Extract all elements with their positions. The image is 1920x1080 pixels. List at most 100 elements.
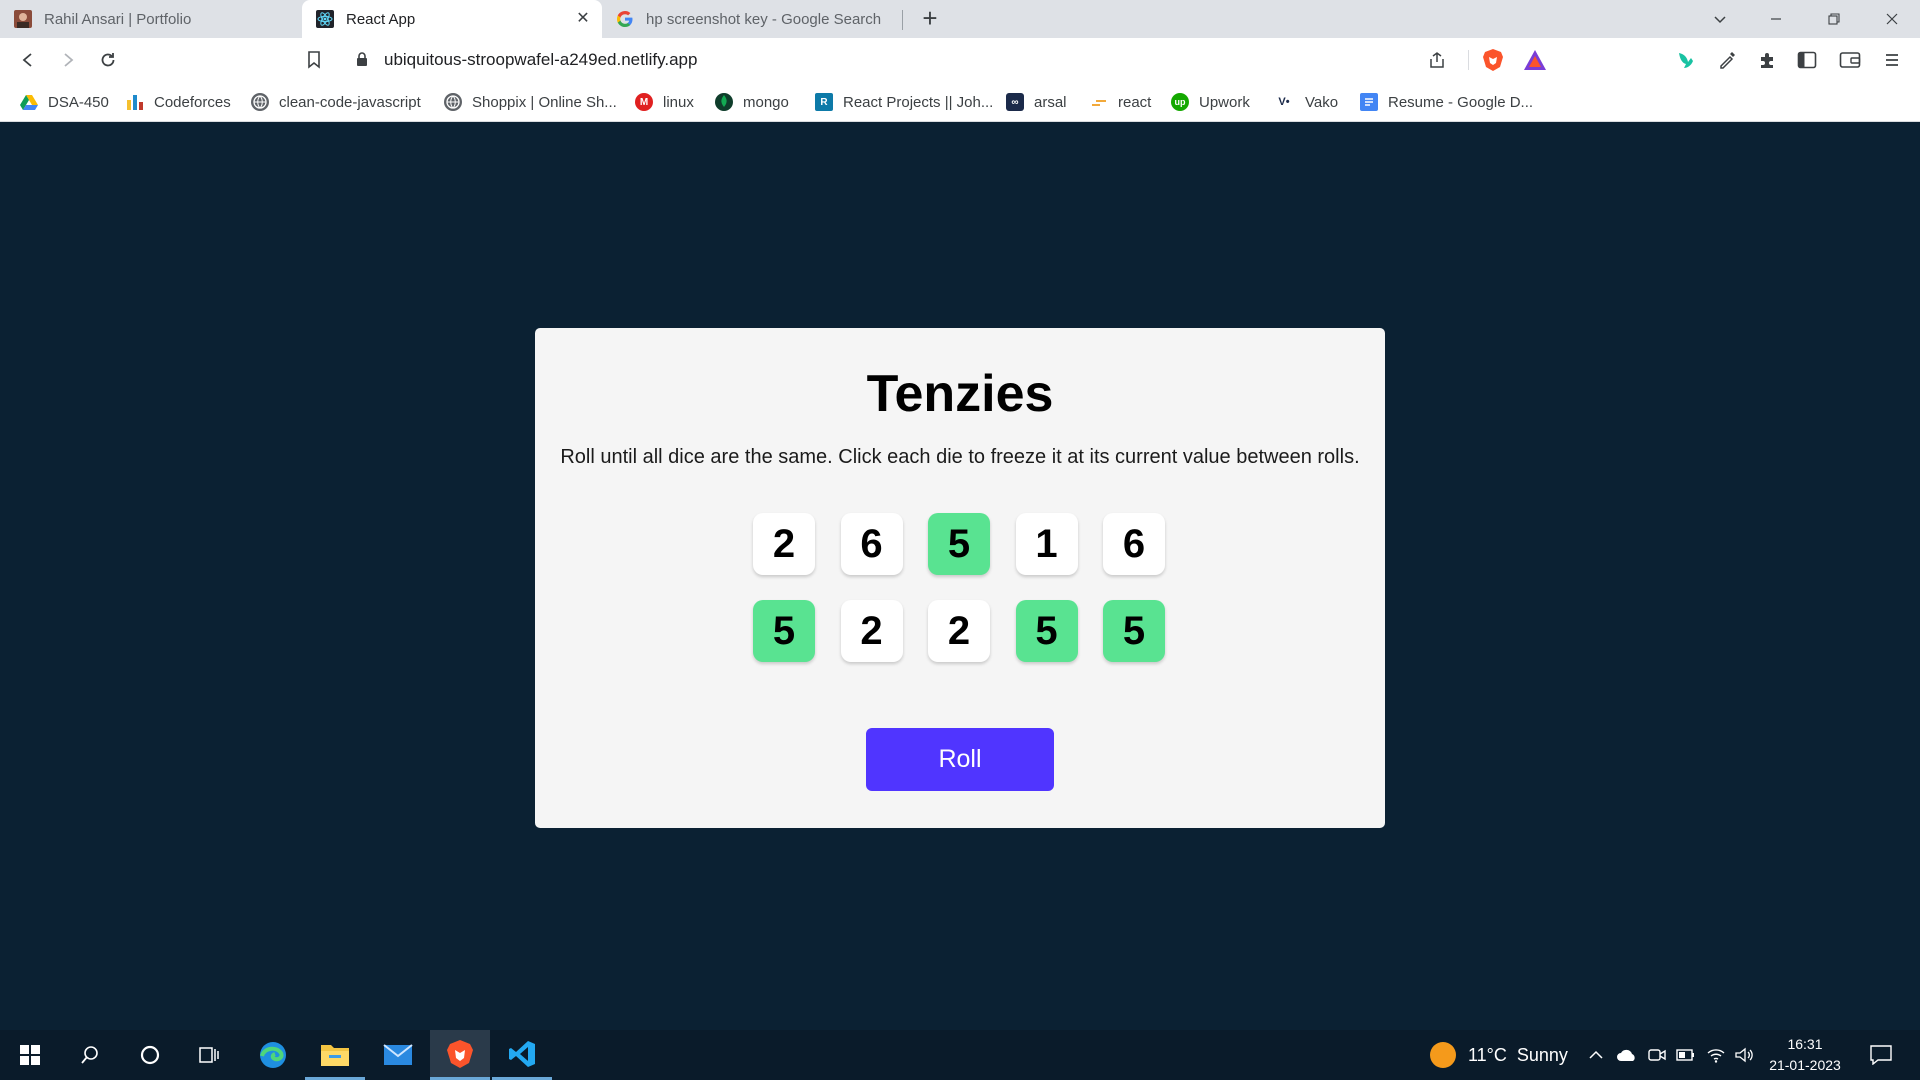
weather-text: 11°C Sunny: [1468, 1044, 1568, 1065]
bookmark-icon: [1090, 93, 1108, 111]
bookmark-clean-code[interactable]: clean-code-javascript: [251, 82, 421, 122]
dice-grid: 2651652255: [753, 513, 1167, 662]
upwork-icon: up: [1171, 93, 1189, 111]
mail-icon[interactable]: [368, 1030, 428, 1080]
tab-google-search[interactable]: hp screenshot key - Google Search: [602, 0, 902, 38]
bookmark-label: mongo: [743, 93, 789, 111]
extension-bird-icon[interactable]: [1674, 48, 1698, 72]
bookmark-label: Shoppix | Online Sh...: [472, 93, 617, 111]
cortana-icon[interactable]: [120, 1030, 180, 1080]
reload-icon[interactable]: [94, 46, 122, 74]
color-picker-icon[interactable]: [1715, 48, 1739, 72]
die[interactable]: 1: [1015, 513, 1078, 575]
back-icon[interactable]: [14, 46, 42, 74]
brave-browser-icon[interactable]: [430, 1030, 490, 1080]
weather-widget[interactable]: 11°C Sunny: [1430, 1030, 1568, 1080]
taskbar-clock[interactable]: 16:31 21-01-2023: [1760, 1034, 1850, 1076]
tenzies-card: Tenzies Roll until all dice are the same…: [535, 328, 1385, 828]
close-window-icon[interactable]: [1864, 0, 1920, 38]
bookmark-label: linux: [663, 93, 694, 111]
bookmark-linux[interactable]: M linux: [635, 82, 694, 122]
bookmark-mongo[interactable]: mongo: [715, 82, 789, 122]
edge-icon[interactable]: [243, 1030, 303, 1080]
bookmark-upwork[interactable]: up Upwork: [1171, 82, 1250, 122]
tab-title: hp screenshot key - Google Search: [646, 10, 882, 28]
bookmark-label: DSA-450: [48, 93, 109, 111]
bookmark-codeforces[interactable]: Codeforces: [126, 82, 231, 122]
bookmark-label: Vako: [1305, 93, 1339, 111]
share-icon[interactable]: [1427, 50, 1447, 75]
search-icon[interactable]: [60, 1030, 120, 1080]
lock-icon: [356, 52, 368, 72]
die[interactable]: 6: [1103, 513, 1165, 575]
bookmark-dsa-450[interactable]: DSA-450: [20, 82, 109, 122]
tab-search-chevron-icon[interactable]: [1692, 0, 1748, 38]
die[interactable]: 2: [928, 600, 990, 662]
bookmark-label: react: [1118, 93, 1152, 111]
google-docs-icon: [1360, 93, 1378, 111]
tab-portfolio[interactable]: Rahil Ansari | Portfolio: [0, 0, 302, 38]
new-tab-icon[interactable]: +: [916, 4, 944, 32]
bookmark-resume[interactable]: Resume - Google D...: [1360, 82, 1533, 122]
bookmark-label: arsal: [1034, 93, 1067, 111]
bookmark-vako[interactable]: V• Vako: [1273, 82, 1338, 122]
extensions-puzzle-icon[interactable]: [1756, 48, 1780, 72]
die[interactable]: 2: [753, 513, 815, 575]
gmail-icon: M: [635, 93, 653, 111]
infinity-icon: ∞: [1006, 93, 1024, 111]
tab-react-app[interactable]: React App ✕: [302, 0, 602, 38]
replit-icon: R: [815, 93, 833, 111]
tab-title: Rahil Ansari | Portfolio: [44, 10, 192, 28]
show-hidden-icons-chevron-icon[interactable]: [1588, 1030, 1604, 1080]
google-drive-icon: [20, 93, 38, 111]
avatar-icon: [14, 10, 32, 28]
roll-button[interactable]: Roll: [866, 728, 1054, 791]
globe-icon: [251, 93, 269, 111]
tab-separator: [902, 10, 903, 30]
forward-icon[interactable]: [54, 46, 82, 74]
die-held[interactable]: 5: [1015, 600, 1078, 662]
die-held[interactable]: 5: [928, 513, 990, 575]
bookmark-shoppix[interactable]: Shoppix | Online Sh...: [444, 82, 617, 122]
google-icon: [616, 10, 634, 28]
die[interactable]: 6: [840, 513, 903, 575]
die[interactable]: 2: [840, 600, 903, 662]
bookmark-label: clean-code-javascript: [279, 93, 421, 111]
task-view-icon[interactable]: [180, 1030, 240, 1080]
die-held[interactable]: 5: [753, 600, 815, 662]
wifi-icon[interactable]: [1706, 1030, 1726, 1080]
react-logo-icon: [316, 10, 334, 28]
bookmark-page-icon[interactable]: [300, 46, 328, 74]
battery-icon[interactable]: [1676, 1030, 1696, 1080]
bookmark-label: Resume - Google D...: [1388, 93, 1534, 111]
meet-now-icon[interactable]: [1648, 1030, 1666, 1080]
file-explorer-icon[interactable]: [305, 1030, 365, 1080]
bookmark-react-projects[interactable]: R React Projects || Joh...: [815, 82, 993, 122]
volume-icon[interactable]: [1734, 1030, 1754, 1080]
brave-shields-icon[interactable]: [1482, 48, 1504, 77]
browser-toolbar: ubiquitous-stroopwafel-a249ed.netlify.ap…: [0, 38, 1920, 82]
tab-title: React App: [346, 10, 416, 28]
brave-rewards-icon[interactable]: [1523, 49, 1547, 76]
bookmark-arsal[interactable]: ∞ arsal: [1006, 82, 1067, 122]
bookmark-react[interactable]: react: [1090, 82, 1151, 122]
sun-icon: [1430, 1042, 1456, 1068]
menu-icon[interactable]: [1880, 48, 1904, 72]
bookmark-label: Upwork: [1199, 93, 1250, 111]
die-held[interactable]: 5: [1103, 600, 1165, 662]
wallet-icon[interactable]: [1838, 48, 1862, 72]
minimize-icon[interactable]: [1748, 0, 1804, 38]
close-tab-icon[interactable]: ✕: [574, 10, 592, 28]
clock-date: 21-01-2023: [1769, 1057, 1841, 1073]
address-bar[interactable]: ubiquitous-stroopwafel-a249ed.netlify.ap…: [340, 42, 1558, 78]
notifications-icon[interactable]: [1870, 1030, 1892, 1080]
vscode-icon[interactable]: [492, 1030, 552, 1080]
browser-tab-strip: Rahil Ansari | Portfolio React App ✕ hp …: [0, 0, 1920, 38]
url-text: ubiquitous-stroopwafel-a249ed.netlify.ap…: [384, 50, 698, 69]
restore-icon[interactable]: [1806, 0, 1862, 38]
taskbar: 11°C Sunny 16:31 21-01-2023: [0, 1030, 1920, 1080]
sidebar-toggle-icon[interactable]: [1795, 48, 1819, 72]
windows-start-icon[interactable]: [0, 1030, 60, 1080]
onedrive-icon[interactable]: [1616, 1030, 1638, 1080]
instructions-text: Roll until all dice are the same. Click …: [560, 446, 1360, 468]
